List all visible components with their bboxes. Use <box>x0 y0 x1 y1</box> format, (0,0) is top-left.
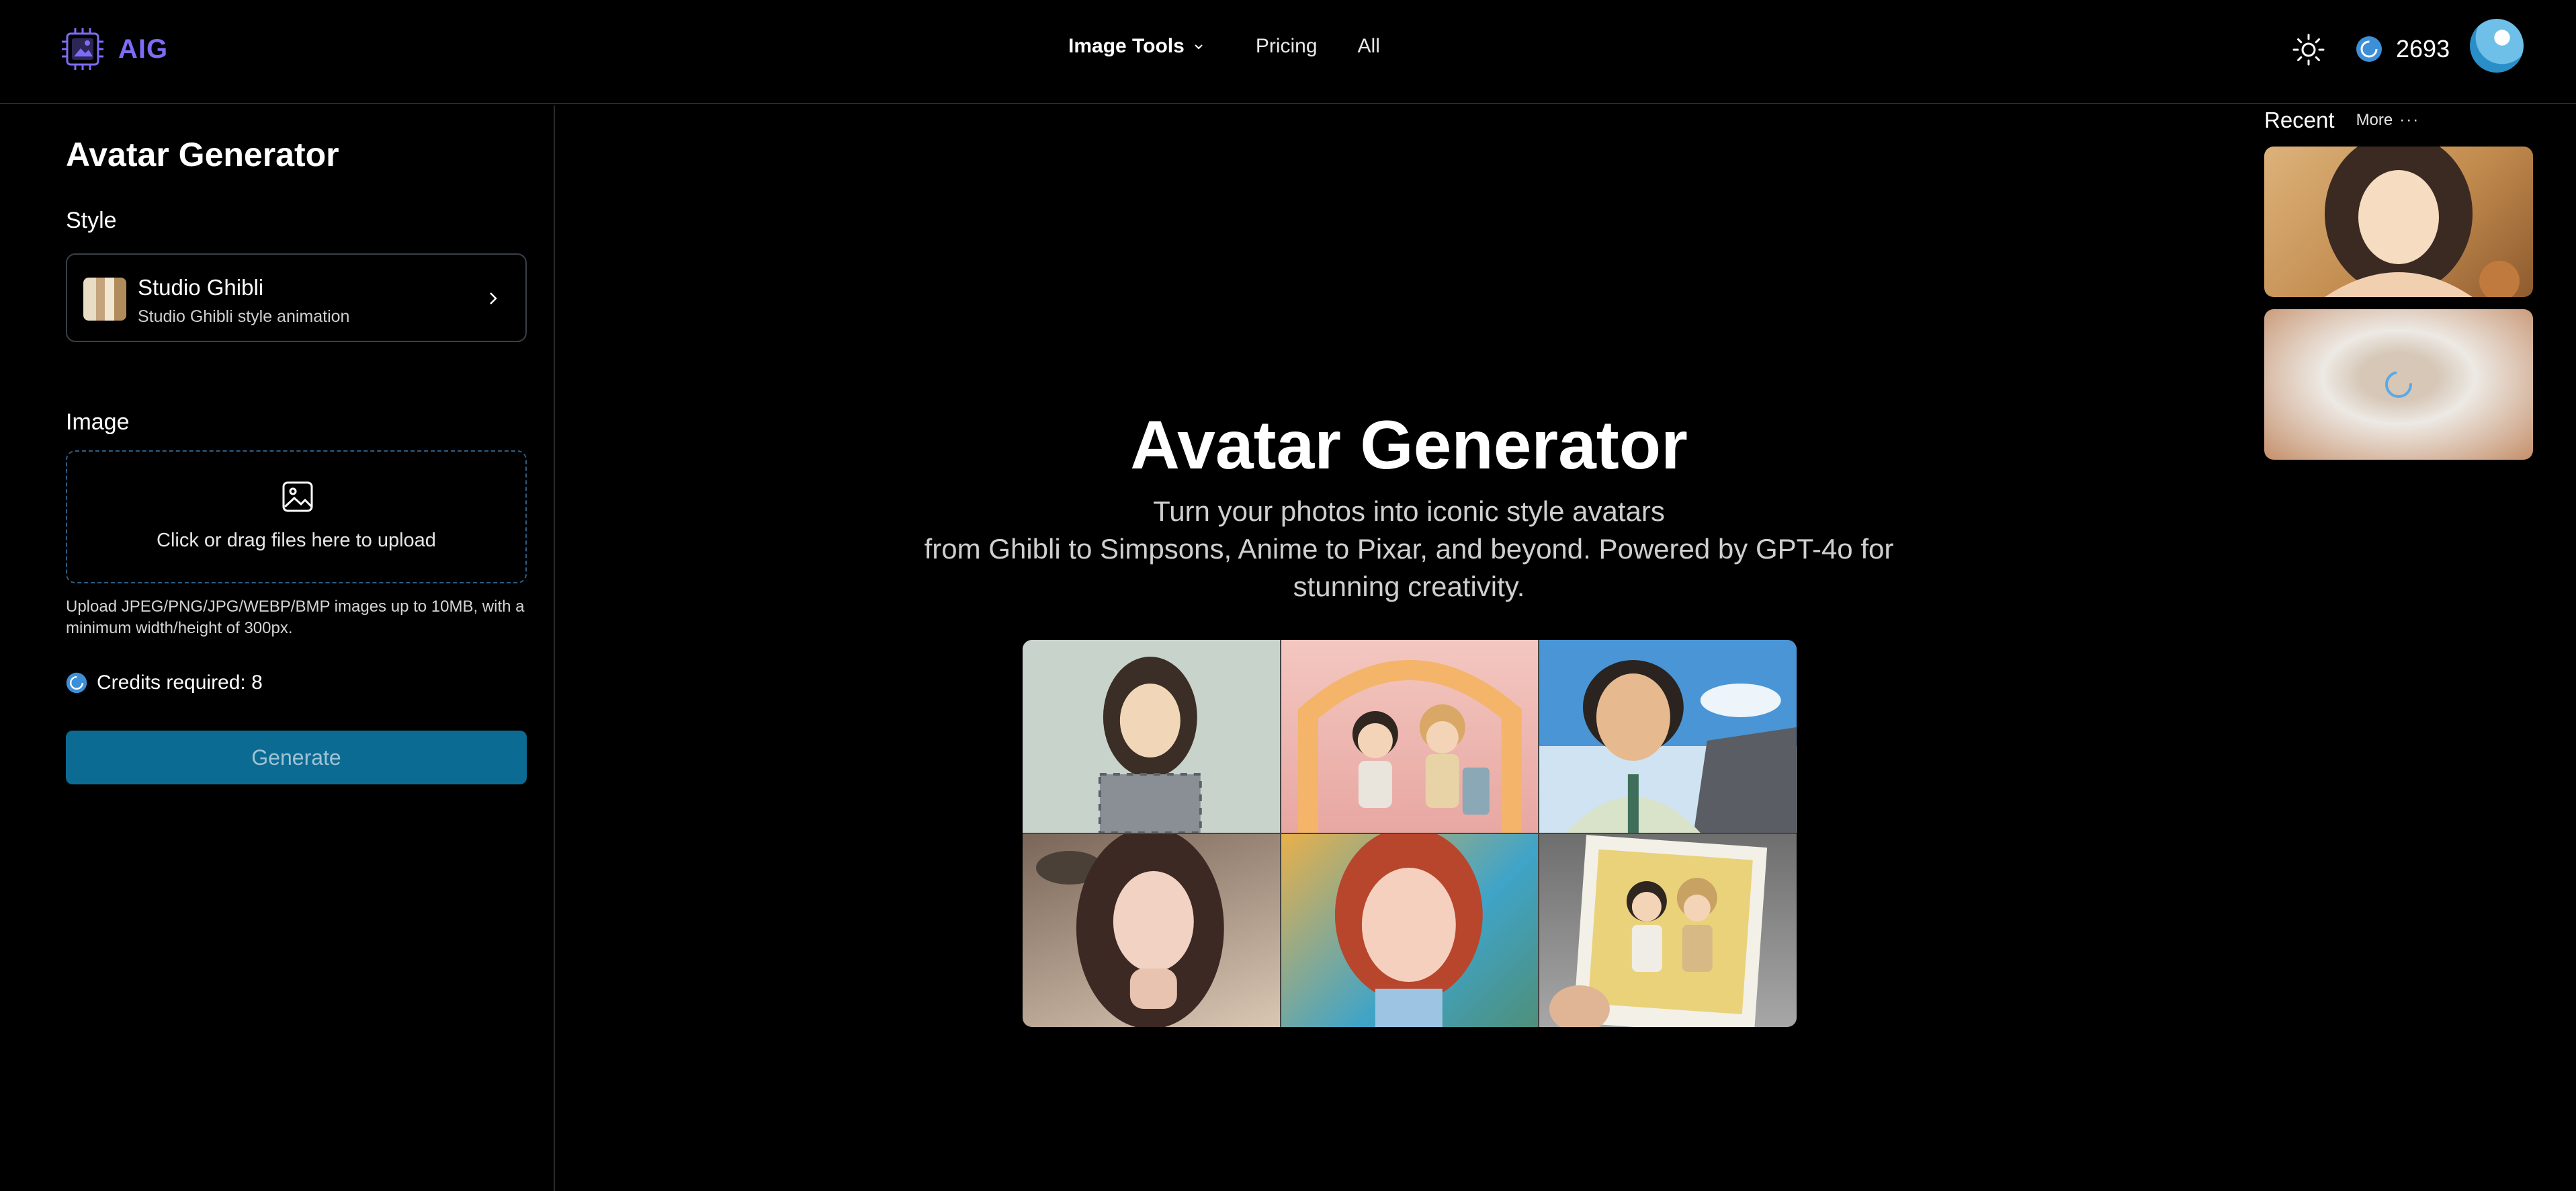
recent-item-loading[interactable] <box>2264 309 2533 460</box>
logo-text: AIG <box>118 34 169 64</box>
credits-balance[interactable]: 2693 <box>2356 35 2450 63</box>
top-bar: AIG Image Tools Pricing All 2693 <box>0 0 2576 104</box>
hero-subtitle: Turn your photos into iconic style avata… <box>873 493 1944 606</box>
image-icon <box>282 481 313 512</box>
more-label: More <box>2356 111 2393 129</box>
more-dots-icon: ··· <box>2399 111 2420 129</box>
chip-logo-icon <box>62 28 103 70</box>
generate-button[interactable]: Generate <box>66 731 527 784</box>
coin-icon <box>66 672 87 694</box>
style-selector[interactable]: Studio Ghibli Studio Ghibli style animat… <box>66 253 527 342</box>
recent-title: Recent <box>2264 108 2335 132</box>
credits-required: Credits required: 8 <box>66 671 263 694</box>
recent-item[interactable] <box>2264 147 2533 297</box>
style-name: Studio Ghibli <box>138 275 264 300</box>
image-upload-dropzone[interactable]: Click or drag files here to upload <box>66 450 527 583</box>
upload-text: Click or drag files here to upload <box>157 530 436 551</box>
nav-pricing-label: Pricing <box>1255 35 1318 57</box>
nav-image-tools[interactable]: Image Tools <box>1068 35 1205 58</box>
gallery-image-3 <box>1539 640 1797 833</box>
logo[interactable]: AIG <box>60 27 168 71</box>
nav-image-tools-label: Image Tools <box>1068 35 1185 57</box>
style-description: Studio Ghibli style animation <box>138 307 350 326</box>
gallery-image-5 <box>1281 834 1539 1027</box>
nav-pricing[interactable]: Pricing <box>1256 35 1318 58</box>
recent-thumbnail <box>2325 147 2520 297</box>
nav-all-label: All <box>1357 35 1380 57</box>
generator-panel: Avatar Generator Style Studio Ghibli Stu… <box>0 106 555 1191</box>
hero-title: Avatar Generator <box>1130 407 1688 483</box>
main-nav: Image Tools Pricing All <box>1068 35 1380 58</box>
gallery-image-4 <box>1023 834 1280 1027</box>
more-button[interactable]: More ··· <box>2356 111 2420 130</box>
user-avatar[interactable] <box>2470 19 2524 73</box>
coin-icon <box>2356 36 2382 62</box>
panel-title: Avatar Generator <box>66 136 339 173</box>
app-root: AIG Image Tools Pricing All 2693 Avatar … <box>0 0 2576 1191</box>
credits-count: 2693 <box>2396 35 2450 63</box>
nav-all[interactable]: All <box>1358 35 1380 58</box>
gallery-image-2 <box>1281 640 1539 833</box>
recent-header: Recent More ··· <box>2264 108 2419 133</box>
chevron-right-icon <box>490 292 497 304</box>
sun-icon[interactable] <box>2290 31 2327 69</box>
upload-hint: Upload JPEG/PNG/JPG/WEBP/BMP images up t… <box>66 598 525 637</box>
gallery-image-1 <box>1023 640 1280 833</box>
loading-spinner-icon <box>2385 371 2412 398</box>
gallery-image-6 <box>1539 834 1797 1027</box>
hero-subtitle-line2: from Ghibli to Simpsons, Anime to Pixar,… <box>924 533 1894 602</box>
style-label: Style <box>66 208 117 233</box>
example-gallery <box>1023 640 1797 1027</box>
chevron-down-icon <box>1195 44 1203 50</box>
style-thumbnail <box>83 278 126 321</box>
hero-subtitle-line1: Turn your photos into iconic style avata… <box>1153 495 1665 527</box>
credits-required-text: Credits required: 8 <box>97 671 263 694</box>
image-label: Image <box>66 409 130 435</box>
